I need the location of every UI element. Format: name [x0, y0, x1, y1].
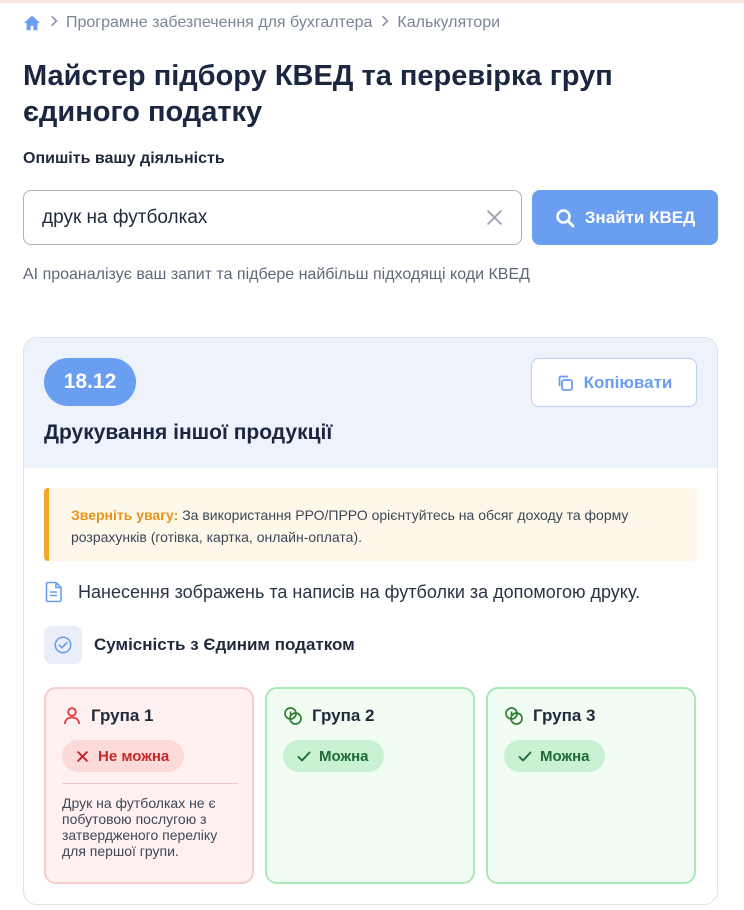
breadcrumb: Програмне забезпечення для бухгалтера Ка…	[23, 14, 500, 32]
check-icon	[518, 750, 532, 763]
rro-notice: Зверніть увагу: За використання РРО/ПРРО…	[44, 488, 697, 561]
activity-search-input[interactable]	[42, 191, 472, 244]
status-badge: Можна	[504, 740, 605, 772]
check-circle-icon	[44, 626, 82, 664]
user-icon	[62, 706, 82, 726]
page-title: Майстер підбору КВЕД та перевірка груп є…	[23, 60, 613, 128]
compatibility-title: Сумісність з Єдиним податком	[94, 635, 355, 654]
coins-icon	[283, 706, 303, 726]
group-label: Група 3	[533, 706, 596, 725]
kved-code-badge: 18.12	[44, 358, 136, 406]
document-icon	[44, 581, 64, 603]
group-header: Група 3	[504, 706, 596, 726]
status-label: Можна	[319, 747, 369, 765]
result-card-header: 18.12 Копіювати Друкування іншої продукц…	[24, 338, 717, 468]
group-header: Група 2	[283, 706, 375, 726]
coins-icon	[504, 706, 524, 726]
top-accent-line	[0, 0, 744, 3]
status-label: Не можна	[98, 747, 170, 765]
group-header: Група 1	[62, 706, 154, 726]
kved-title: Друкування іншої продукції	[44, 421, 333, 444]
notice-lead: Зверніть увагу:	[71, 507, 179, 523]
kved-result-card: 18.12 Копіювати Друкування іншої продукц…	[23, 337, 718, 905]
search-hint: AI проаналізує ваш запит та підбере найб…	[23, 266, 530, 283]
group-card-3: Група 3 Можна	[486, 687, 696, 884]
chevron-right-icon	[50, 14, 58, 32]
kved-description-row: Нанесення зображень та написів на футбол…	[44, 581, 640, 603]
group-card-1: Група 1 Не можна Друк на футболках не є …	[44, 687, 254, 884]
divider	[62, 783, 238, 784]
search-box	[23, 190, 522, 245]
cross-icon	[76, 750, 89, 763]
breadcrumb-item-software[interactable]: Програмне забезпечення для бухгалтера	[66, 14, 372, 32]
check-icon	[297, 750, 311, 763]
find-kved-button[interactable]: Знайти КВЕД	[532, 190, 718, 245]
status-badge: Не можна	[62, 740, 185, 772]
chevron-right-icon	[381, 14, 389, 32]
copy-button[interactable]: Копіювати	[531, 358, 697, 407]
group-label: Група 1	[91, 706, 154, 725]
group-note: Друк на футболках не є побутовою послуго…	[62, 795, 218, 859]
group-label: Група 2	[312, 706, 375, 725]
copy-button-label: Копіювати	[583, 372, 673, 392]
kved-description: Нанесення зображень та написів на футбол…	[78, 581, 641, 602]
find-kved-button-label: Знайти КВЕД	[584, 207, 696, 227]
status-badge: Можна	[283, 740, 384, 772]
home-icon[interactable]	[23, 14, 41, 32]
copy-icon	[556, 374, 574, 392]
activity-field-label: Опишіть вашу діяльність	[23, 150, 225, 167]
group-card-2: Група 2 Можна	[265, 687, 475, 884]
clear-icon[interactable]	[486, 209, 503, 226]
breadcrumb-item-calculators[interactable]: Калькулятори	[397, 14, 500, 32]
search-icon	[555, 208, 575, 228]
compatibility-header: Сумісність з Єдиним податком	[44, 626, 355, 664]
status-label: Можна	[540, 747, 590, 765]
